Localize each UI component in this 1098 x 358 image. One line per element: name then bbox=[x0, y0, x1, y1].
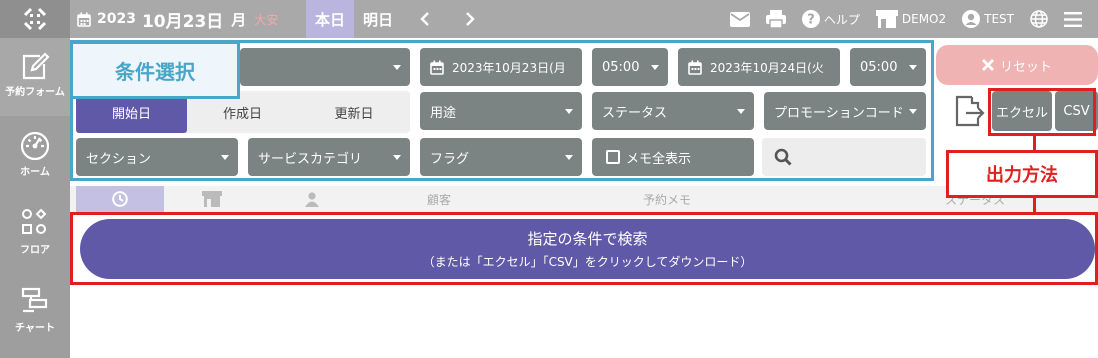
column-time[interactable] bbox=[76, 186, 164, 212]
floor-icon bbox=[22, 208, 47, 234]
header-tools: ? ヘルプ DEMO2 TEST bbox=[729, 0, 1098, 38]
calendar-icon bbox=[77, 12, 91, 27]
mail-button[interactable] bbox=[729, 11, 750, 27]
file-export-icon bbox=[955, 95, 985, 127]
column-reservation-memo[interactable]: 予約メモ bbox=[584, 186, 750, 212]
globe-icon bbox=[1030, 10, 1048, 28]
conditions-annotation-label: 条件選択 bbox=[70, 41, 240, 99]
chart-icon bbox=[21, 287, 48, 313]
app-logo[interactable] bbox=[0, 0, 70, 38]
help-icon: ? bbox=[801, 10, 820, 28]
store-icon bbox=[875, 10, 898, 28]
sidebar-item-booking-form[interactable]: 予約フォーム bbox=[0, 38, 70, 116]
output-highlight-frame bbox=[988, 88, 1096, 136]
hamburger-icon bbox=[1064, 11, 1082, 27]
mail-icon bbox=[729, 11, 750, 27]
annotation-connector bbox=[1033, 196, 1036, 213]
current-date[interactable]: 2023 10月23日 月 大安 bbox=[77, 0, 278, 38]
svg-text:?: ? bbox=[807, 13, 815, 28]
clock-icon bbox=[112, 191, 128, 207]
chevron-right-icon bbox=[466, 12, 475, 26]
help-label: ヘルプ bbox=[823, 12, 860, 27]
sidebar-item-chart[interactable]: チャート bbox=[0, 286, 70, 346]
sidebar-item-label: ホーム bbox=[20, 167, 50, 178]
store-button[interactable]: DEMO2 bbox=[875, 10, 947, 28]
date-rokuyo: 大安 bbox=[254, 12, 279, 27]
chevron-left-icon bbox=[420, 12, 429, 26]
tomorrow-button[interactable]: 明日 bbox=[356, 0, 400, 38]
search-button-highlight-frame bbox=[70, 212, 1098, 285]
user-label: TEST bbox=[984, 12, 1014, 26]
language-button[interactable] bbox=[1030, 10, 1048, 28]
prev-day-button[interactable] bbox=[414, 0, 436, 38]
column-customer[interactable]: 顧客 bbox=[364, 186, 514, 212]
sidebar-item-label: フロア bbox=[20, 245, 50, 256]
menu-button[interactable] bbox=[1064, 11, 1082, 27]
next-day-button[interactable] bbox=[459, 0, 481, 38]
annotation-connector bbox=[1033, 136, 1036, 150]
user-button[interactable]: TEST bbox=[962, 10, 1014, 28]
date-year: 2023 bbox=[97, 11, 136, 27]
person-icon bbox=[305, 192, 319, 207]
gauge-icon bbox=[20, 131, 50, 160]
logo-icon bbox=[23, 7, 47, 31]
store-icon bbox=[202, 191, 222, 207]
sidebar-item-home[interactable]: ホーム bbox=[0, 130, 70, 190]
sidebar-item-label: 予約フォーム bbox=[5, 87, 65, 98]
printer-icon bbox=[765, 10, 786, 28]
help-button[interactable]: ? ヘルプ bbox=[801, 10, 860, 28]
sidebar-item-label: チャート bbox=[15, 323, 55, 334]
print-button[interactable] bbox=[765, 10, 786, 28]
today-button[interactable]: 本日 bbox=[306, 0, 354, 38]
column-person[interactable] bbox=[260, 186, 364, 212]
output-annotation-label: 出力方法 bbox=[946, 150, 1098, 198]
column-store[interactable] bbox=[164, 186, 260, 212]
date-weekday: 月 bbox=[231, 10, 247, 29]
date-month-day: 10月23日 bbox=[141, 11, 224, 32]
edit-icon bbox=[22, 52, 50, 80]
reset-button[interactable]: リセット bbox=[936, 45, 1098, 85]
sidebar-item-floor[interactable]: フロア bbox=[0, 208, 70, 268]
table-header: 顧客 予約メモ ステータス bbox=[70, 186, 1098, 212]
close-icon bbox=[981, 59, 994, 71]
reset-label: リセット bbox=[999, 59, 1052, 75]
top-bar: 2023 10月23日 月 大安 本日 明日 ? ヘルプ DEMO2 TEST bbox=[0, 0, 1098, 38]
store-label: DEMO2 bbox=[901, 12, 947, 26]
sidebar: 予約フォーム ホーム フロア チャート bbox=[0, 38, 70, 358]
user-icon bbox=[962, 10, 981, 28]
